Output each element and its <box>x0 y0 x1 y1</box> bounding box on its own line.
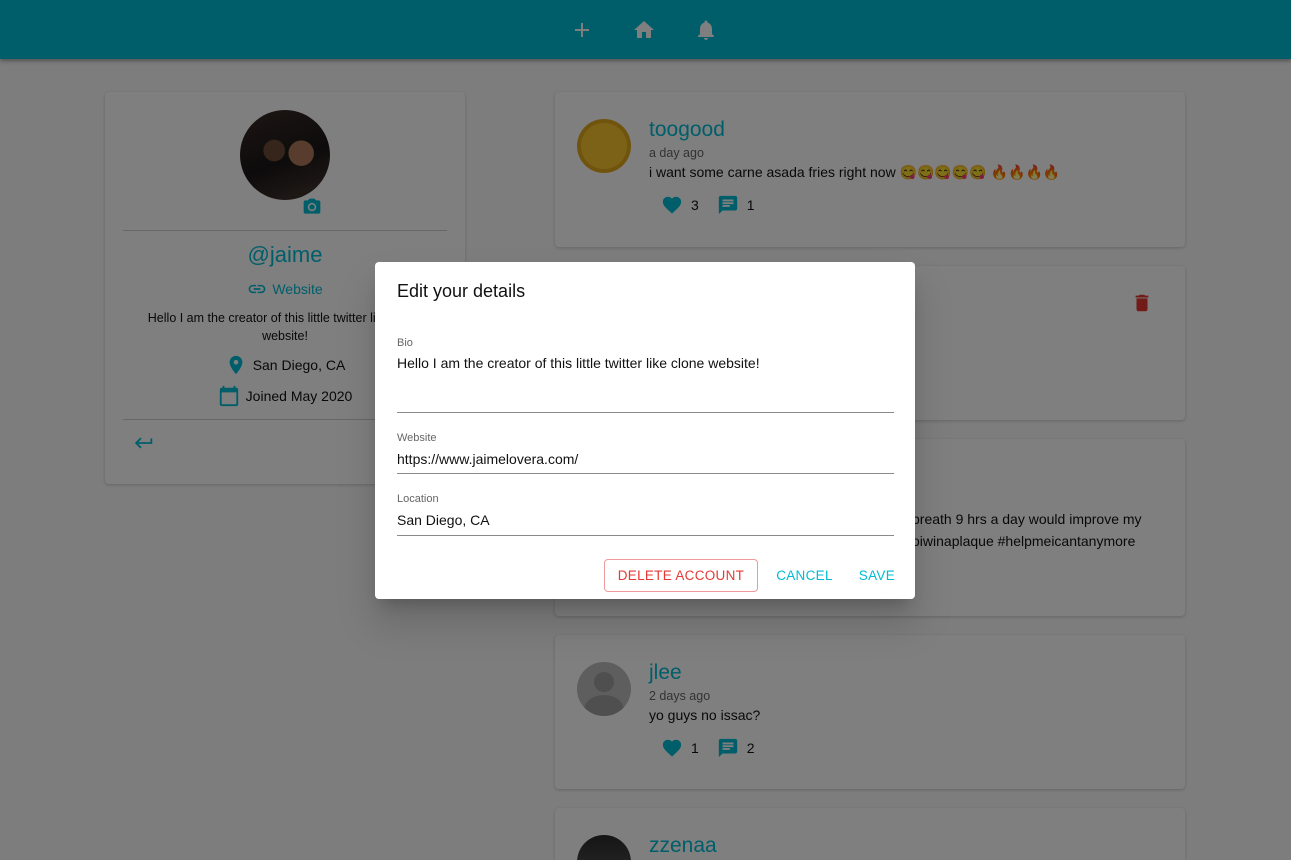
bio-input[interactable]: Hello I am the creator of this little tw… <box>397 355 894 371</box>
bio-field[interactable]: Bio Hello I am the creator of this littl… <box>397 337 894 413</box>
location-field[interactable]: Location San Diego, CA <box>397 493 894 536</box>
dialog-actions: DELETE ACCOUNT CANCEL SAVE <box>603 559 903 592</box>
website-field-label: Website <box>397 432 437 444</box>
location-underline <box>397 535 894 536</box>
save-button[interactable]: SAVE <box>851 560 903 591</box>
website-field[interactable]: Website https://www.jaimelovera.com/ <box>397 432 894 474</box>
delete-account-button[interactable]: DELETE ACCOUNT <box>603 559 759 592</box>
cancel-button[interactable]: CANCEL <box>768 560 841 591</box>
location-field-label: Location <box>397 493 439 505</box>
website-input[interactable]: https://www.jaimelovera.com/ <box>397 451 894 467</box>
bio-underline <box>397 412 894 413</box>
location-input[interactable]: San Diego, CA <box>397 512 894 528</box>
dialog-title: Edit your details <box>397 281 526 301</box>
website-underline <box>397 473 894 474</box>
bio-field-label: Bio <box>397 337 413 349</box>
edit-details-dialog: Edit your details Bio Hello I am the cre… <box>375 262 915 599</box>
